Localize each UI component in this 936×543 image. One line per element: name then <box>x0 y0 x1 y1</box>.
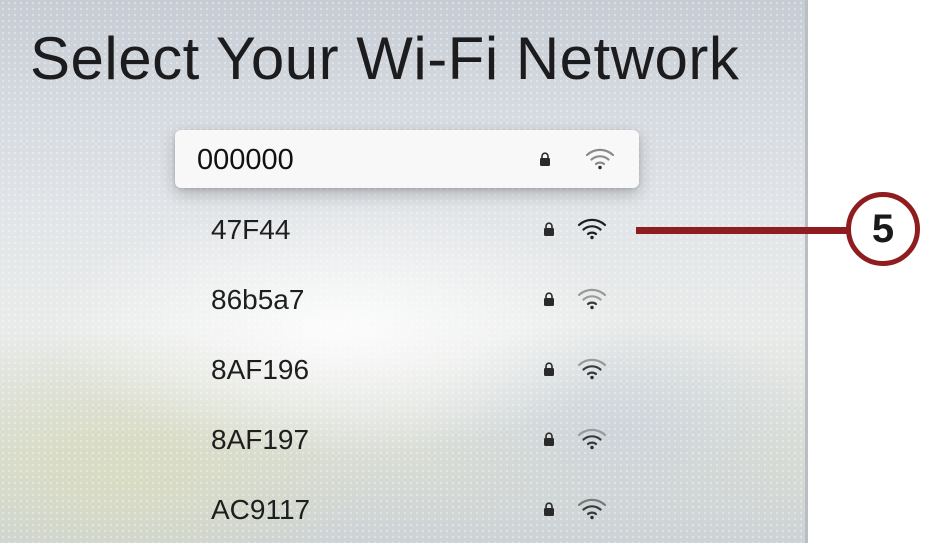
lock-icon <box>540 152 550 166</box>
wifi-icon <box>577 498 607 520</box>
wifi-icon <box>577 428 607 450</box>
lock-icon <box>544 502 554 516</box>
callout-number: 5 <box>871 207 895 251</box>
lock-icon <box>544 432 554 446</box>
network-row-86b5a7[interactable]: 86b5a7 <box>175 270 639 328</box>
lock-icon <box>544 362 554 376</box>
network-name: 000000 <box>197 144 294 176</box>
network-row-000000[interactable]: 000000 <box>175 130 639 188</box>
lock-icon <box>544 292 554 306</box>
tv-screen: Select Your Wi-Fi Network 000000 47F44 8… <box>0 0 808 543</box>
network-name: 86b5a7 <box>211 284 305 315</box>
network-row-8AF196[interactable]: 8AF196 <box>175 340 639 398</box>
network-name: 47F44 <box>211 214 291 245</box>
callout-leader-line <box>636 227 851 234</box>
wifi-icon <box>577 218 607 240</box>
callout-badge: 5 <box>846 192 920 266</box>
network-name: AC9117 <box>211 494 311 525</box>
network-name: 8AF197 <box>211 424 310 455</box>
screenshot-stage: Select Your Wi-Fi Network 000000 47F44 8… <box>0 0 936 543</box>
network-row-8AF197[interactable]: 8AF197 <box>175 410 639 468</box>
lock-icon <box>544 222 554 236</box>
network-name: 8AF196 <box>211 354 310 385</box>
wifi-icon <box>585 148 615 170</box>
page-title: Select Your Wi-Fi Network <box>30 25 740 92</box>
wifi-icon <box>577 288 607 310</box>
network-row-47F44[interactable]: 47F44 <box>175 200 639 258</box>
network-row-AC9117[interactable]: AC9117 <box>175 480 639 538</box>
wifi-icon <box>577 358 607 380</box>
